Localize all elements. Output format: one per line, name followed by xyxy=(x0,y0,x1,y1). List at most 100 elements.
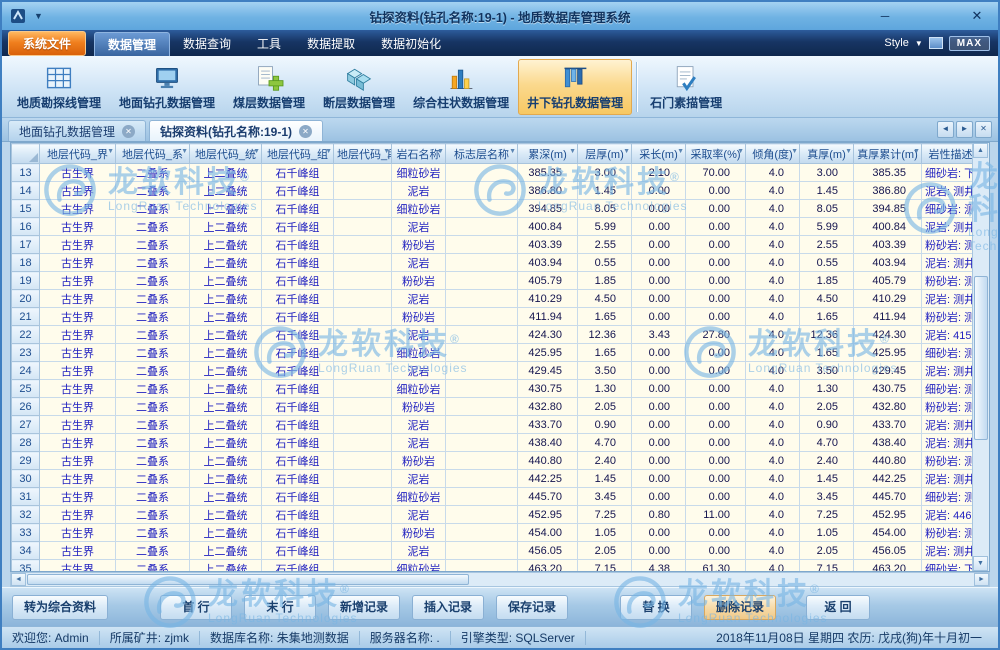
cell[interactable]: 二叠系 xyxy=(116,560,190,573)
cell[interactable]: 古生界 xyxy=(40,416,116,434)
table-row[interactable]: 13古生界二叠系上二叠统石千峰组细粒砂岩385.353.002.1070.004… xyxy=(12,164,980,182)
cell[interactable]: 0.00 xyxy=(632,434,686,452)
table-row[interactable]: 32古生界二叠系上二叠统石千峰组泥岩452.957.250.8011.004.0… xyxy=(12,506,980,524)
cell[interactable]: 430.75 xyxy=(854,380,922,398)
cell[interactable]: 4.0 xyxy=(746,470,800,488)
column-header-9[interactable]: 层厚(m)▼ xyxy=(578,144,632,164)
table-row[interactable]: 26古生界二叠系上二叠统石千峰组粉砂岩432.802.050.000.004.0… xyxy=(12,398,980,416)
cell[interactable]: 4.0 xyxy=(746,290,800,308)
cell[interactable] xyxy=(446,308,518,326)
cell[interactable]: 0.00 xyxy=(686,200,746,218)
cell[interactable]: 粉砂岩 xyxy=(392,524,446,542)
cell[interactable] xyxy=(446,524,518,542)
cell[interactable]: 4.0 xyxy=(746,236,800,254)
column-header-14[interactable]: 真厚累计(m)▼ xyxy=(854,144,922,164)
cell[interactable]: 古生界 xyxy=(40,326,116,344)
cell[interactable]: 泥岩: 415.32~418. xyxy=(922,326,980,344)
cell[interactable]: 上二叠统 xyxy=(190,470,262,488)
cell[interactable]: 石千峰组 xyxy=(262,272,334,290)
cell[interactable]: 1.30 xyxy=(578,380,632,398)
cell[interactable]: 2.05 xyxy=(578,542,632,560)
footer-button-3[interactable]: 新增记录 xyxy=(328,595,400,620)
cell[interactable] xyxy=(446,380,518,398)
cell[interactable]: 0.00 xyxy=(632,380,686,398)
cell[interactable]: 0.00 xyxy=(632,362,686,380)
cell[interactable]: 4.0 xyxy=(746,452,800,470)
row-number-cell[interactable]: 20 xyxy=(12,290,40,308)
scroll-right-icon[interactable]: ► xyxy=(974,573,989,586)
cell[interactable]: 454.00 xyxy=(854,524,922,542)
cell[interactable]: 粉砂岩 xyxy=(392,308,446,326)
cell[interactable]: 0.00 xyxy=(686,452,746,470)
cell[interactable]: 二叠系 xyxy=(116,398,190,416)
cell[interactable]: 0.00 xyxy=(686,344,746,362)
cell[interactable]: 2.40 xyxy=(800,452,854,470)
cell[interactable]: 4.0 xyxy=(746,524,800,542)
cell[interactable]: 上二叠统 xyxy=(190,452,262,470)
column-filter-caret-icon[interactable]: ▼ xyxy=(737,148,744,155)
cell[interactable]: 0.00 xyxy=(686,380,746,398)
cell[interactable]: 438.40 xyxy=(854,434,922,452)
cell[interactable]: 433.70 xyxy=(518,416,578,434)
row-number-cell[interactable]: 13 xyxy=(12,164,40,182)
cell[interactable]: 3.45 xyxy=(800,488,854,506)
cell[interactable]: 0.00 xyxy=(686,434,746,452)
cell[interactable]: 泥岩: 测井解释. xyxy=(922,542,980,560)
cell[interactable]: 古生界 xyxy=(40,398,116,416)
cell[interactable]: 粉砂岩: 测井解释. xyxy=(922,398,980,416)
vertical-scroll-thumb[interactable] xyxy=(974,276,988,441)
vertical-scrollbar[interactable]: ▲ ▼ xyxy=(972,143,989,571)
table-row[interactable]: 16古生界二叠系上二叠统石千峰组泥岩400.845.990.000.004.05… xyxy=(12,218,980,236)
cell[interactable]: 405.79 xyxy=(854,272,922,290)
cell[interactable]: 0.00 xyxy=(632,290,686,308)
cell[interactable]: 古生界 xyxy=(40,344,116,362)
cell[interactable]: 上二叠统 xyxy=(190,218,262,236)
column-filter-caret-icon[interactable]: ▼ xyxy=(677,148,684,155)
row-number-cell[interactable]: 22 xyxy=(12,326,40,344)
cell[interactable]: 细粒砂岩 xyxy=(392,488,446,506)
cell[interactable]: 0.90 xyxy=(578,416,632,434)
cell[interactable]: 上二叠统 xyxy=(190,164,262,182)
cell[interactable]: 463.20 xyxy=(854,560,922,573)
table-row[interactable]: 33古生界二叠系上二叠统石千峰组粉砂岩454.001.050.000.004.0… xyxy=(12,524,980,542)
cell[interactable]: 泥岩 xyxy=(392,182,446,200)
row-number-cell[interactable]: 26 xyxy=(12,398,40,416)
cell[interactable]: 4.70 xyxy=(800,434,854,452)
cell[interactable] xyxy=(334,560,392,573)
cell[interactable]: 442.25 xyxy=(518,470,578,488)
cell[interactable]: 石千峰组 xyxy=(262,344,334,362)
cell[interactable]: 4.0 xyxy=(746,254,800,272)
cell[interactable]: 上二叠统 xyxy=(190,326,262,344)
cell[interactable]: 1.65 xyxy=(578,308,632,326)
column-filter-caret-icon[interactable]: ▼ xyxy=(791,148,798,155)
cell[interactable] xyxy=(446,236,518,254)
row-number-cell[interactable]: 32 xyxy=(12,506,40,524)
column-header-4[interactable]: 地层代码_组▼ xyxy=(262,144,334,164)
cell[interactable]: 古生界 xyxy=(40,218,116,236)
select-all-corner-icon[interactable] xyxy=(29,153,38,162)
cell[interactable]: 石千峰组 xyxy=(262,452,334,470)
ribbon-button-3[interactable]: 断层数据管理 xyxy=(314,59,404,115)
cell[interactable]: 石千峰组 xyxy=(262,542,334,560)
cell[interactable]: 440.80 xyxy=(854,452,922,470)
max-button[interactable]: MAX xyxy=(949,36,990,51)
cell[interactable]: 石千峰组 xyxy=(262,182,334,200)
cell[interactable]: 4.0 xyxy=(746,398,800,416)
cell[interactable]: 古生界 xyxy=(40,542,116,560)
cell[interactable]: 粉砂岩 xyxy=(392,398,446,416)
cell[interactable]: 0.00 xyxy=(686,182,746,200)
cell[interactable]: 4.0 xyxy=(746,506,800,524)
cell[interactable]: 3.50 xyxy=(578,362,632,380)
cell[interactable] xyxy=(446,344,518,362)
cell[interactable]: 0.55 xyxy=(578,254,632,272)
doc-tab-close-icon[interactable]: ✕ xyxy=(122,125,135,138)
cell[interactable]: 古生界 xyxy=(40,236,116,254)
cell[interactable]: 0.00 xyxy=(686,524,746,542)
cell[interactable]: 上二叠统 xyxy=(190,290,262,308)
cell[interactable] xyxy=(334,326,392,344)
cell[interactable]: 4.0 xyxy=(746,200,800,218)
cell[interactable] xyxy=(446,218,518,236)
cell[interactable]: 0.00 xyxy=(632,416,686,434)
cell[interactable]: 424.30 xyxy=(518,326,578,344)
cell[interactable]: 2.10 xyxy=(632,164,686,182)
